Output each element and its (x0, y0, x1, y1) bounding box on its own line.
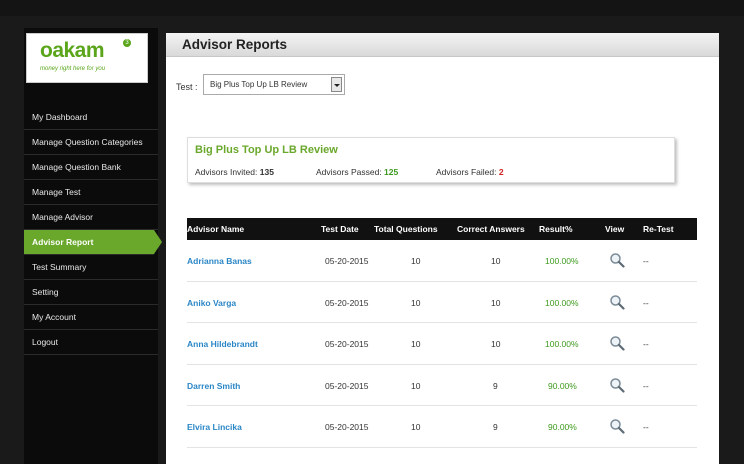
correct-answers: 10 (491, 297, 501, 308)
top-bar (0, 0, 744, 16)
sidebar-item-manage-advisor[interactable]: Manage Advisor (24, 205, 158, 230)
magnifier-icon[interactable] (609, 252, 625, 268)
correct-answers: 9 (493, 380, 498, 391)
retest-value: -- (643, 339, 649, 349)
retest-value: -- (643, 380, 649, 391)
test-date: 05-20-2015 (325, 380, 369, 391)
total-questions: 10 (411, 256, 421, 266)
test-select[interactable]: Big Plus Top Up LB Review (203, 74, 345, 95)
magnifier-icon[interactable] (609, 335, 625, 351)
total-questions: 10 (411, 422, 421, 432)
column-header-retest: Re-Test (643, 224, 674, 234)
result-percent: 100.00% (545, 297, 579, 308)
test-filter-label: Test : (176, 82, 198, 92)
total-questions: 10 (411, 339, 421, 349)
logo[interactable]: oakam 3 money right here for you (26, 33, 148, 83)
advisors-invited-label: Advisors Invited: (195, 167, 258, 177)
correct-answers: 9 (493, 422, 498, 432)
sidebar-item-setting[interactable]: Setting (24, 280, 158, 305)
logo-badge: 3 (123, 39, 131, 47)
table-row: Anna Hildebrandt 05-20-2015 10 10 100.00… (187, 323, 697, 365)
advisors-failed-label: Advisors Failed: (436, 167, 497, 177)
advisors-failed: Advisors Failed: 2 (436, 167, 504, 177)
page-title: Advisor Reports (182, 37, 288, 52)
column-header-advisor-name[interactable]: Advisor Name (187, 224, 244, 234)
table-row: Elvira Lincika 05-20-2015 10 9 90.00% -- (187, 406, 697, 448)
result-percent: 90.00% (548, 380, 577, 391)
sidebar-item-manage-question-categories[interactable]: Manage Question Categories (24, 130, 158, 155)
magnifier-icon[interactable] (609, 418, 625, 434)
summary-title: Big Plus Top Up LB Review (195, 144, 338, 156)
test-date: 05-20-2015 (325, 256, 369, 266)
advisor-table-body: Adrianna Banas 05-20-2015 10 10 100.00% … (187, 240, 697, 448)
retest-value: -- (643, 297, 649, 308)
column-header-correct-answers[interactable]: Correct Answers (457, 224, 525, 234)
table-row: Adrianna Banas 05-20-2015 10 10 100.00% … (187, 240, 697, 282)
advisors-passed-value: 125 (384, 167, 399, 177)
sidebar-item-logout[interactable]: Logout (24, 330, 158, 355)
advisor-name-link[interactable]: Anna Hildebrandt (187, 339, 258, 349)
main-panel: Advisor Reports Test : Big Plus Top Up L… (166, 33, 719, 464)
total-questions: 10 (411, 297, 421, 308)
sidebar: oakam 3 money right here for you My Dash… (24, 28, 162, 464)
sidebar-nav: My Dashboard Manage Question Categories … (24, 105, 162, 355)
advisors-failed-value: 2 (498, 167, 504, 177)
page-header: Advisor Reports (166, 33, 719, 57)
total-questions: 10 (411, 380, 421, 391)
chevron-down-icon[interactable] (331, 77, 342, 92)
sidebar-item-manage-test[interactable]: Manage Test (24, 180, 158, 205)
table-row: Aniko Varga 05-20-2015 10 10 100.00% -- (187, 282, 697, 323)
magnifier-icon[interactable] (609, 377, 625, 393)
column-header-result[interactable]: Result% (539, 224, 573, 234)
advisor-name-link[interactable]: Darren Smith (187, 381, 240, 391)
advisor-name-link[interactable]: Aniko Varga (187, 298, 236, 308)
logo-text: oakam (40, 39, 105, 62)
sidebar-item-my-dashboard[interactable]: My Dashboard (24, 105, 158, 130)
advisors-passed: Advisors Passed: 125 (316, 167, 398, 177)
advisors-invited: Advisors Invited: 135 (195, 167, 274, 177)
advisor-name-link[interactable]: Adrianna Banas (187, 256, 252, 266)
test-date: 05-20-2015 (325, 422, 369, 432)
correct-answers: 10 (491, 256, 501, 266)
sidebar-item-advisor-report[interactable]: Advisor Report (24, 230, 162, 255)
test-date: 05-20-2015 (325, 339, 369, 349)
result-percent: 90.00% (548, 422, 577, 432)
sidebar-item-my-account[interactable]: My Account (24, 305, 158, 330)
table-row: Darren Smith 05-20-2015 10 9 90.00% -- (187, 365, 697, 406)
table-header: Advisor Name Test Date Total Questions C… (187, 218, 697, 240)
test-select-value: Big Plus Top Up LB Review (210, 80, 308, 89)
retest-value: -- (643, 422, 649, 432)
magnifier-icon[interactable] (609, 294, 625, 310)
test-date: 05-20-2015 (325, 297, 369, 308)
result-percent: 100.00% (545, 339, 579, 349)
summary-card: Big Plus Top Up LB Review Advisors Invit… (187, 137, 675, 183)
result-percent: 100.00% (545, 256, 579, 266)
advisors-passed-label: Advisors Passed: (316, 167, 382, 177)
sidebar-item-test-summary[interactable]: Test Summary (24, 255, 158, 280)
advisor-name-link[interactable]: Elvira Lincika (187, 422, 242, 432)
correct-answers: 10 (491, 339, 501, 349)
sidebar-item-manage-question-bank[interactable]: Manage Question Bank (24, 155, 158, 180)
column-header-view: View (605, 224, 625, 234)
column-header-test-date[interactable]: Test Date (321, 224, 359, 234)
logo-tagline: money right here for you (40, 66, 106, 72)
retest-value: -- (643, 256, 649, 266)
advisors-invited-value: 135 (259, 167, 274, 177)
column-header-total-questions[interactable]: Total Questions (374, 224, 438, 234)
